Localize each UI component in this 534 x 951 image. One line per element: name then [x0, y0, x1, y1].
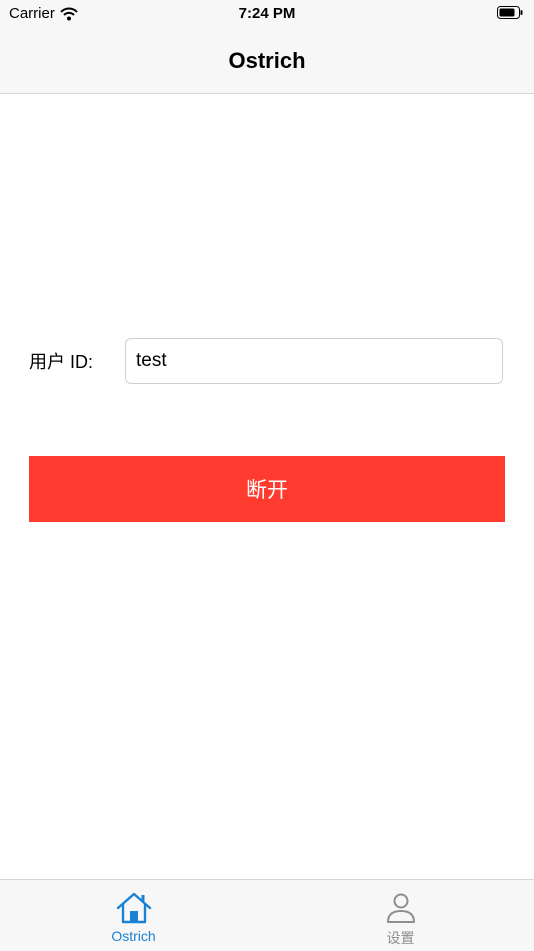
status-bar: Carrier 7:24 PM [0, 0, 534, 26]
user-id-label: 用户 ID: [29, 352, 94, 372]
tab-ostrich-label: Ostrich [111, 928, 156, 944]
tab-settings-label: 设置 [386, 930, 415, 946]
user-id-field[interactable] [125, 338, 503, 384]
battery-icon [497, 6, 523, 19]
disconnect-button[interactable]: 断开 [29, 456, 505, 522]
page-title: Ostrich [228, 48, 306, 73]
tab-settings[interactable]: 设置 [267, 880, 534, 951]
person-icon [386, 893, 415, 923]
tab-bar: Ostrich 设置 [0, 879, 534, 951]
navigation-bar: Ostrich [0, 26, 534, 94]
disconnect-button-label: 断开 [246, 479, 288, 502]
status-time: 7:24 PM [238, 5, 296, 22]
home-icon [116, 892, 151, 924]
tab-ostrich[interactable]: Ostrich [0, 880, 267, 951]
